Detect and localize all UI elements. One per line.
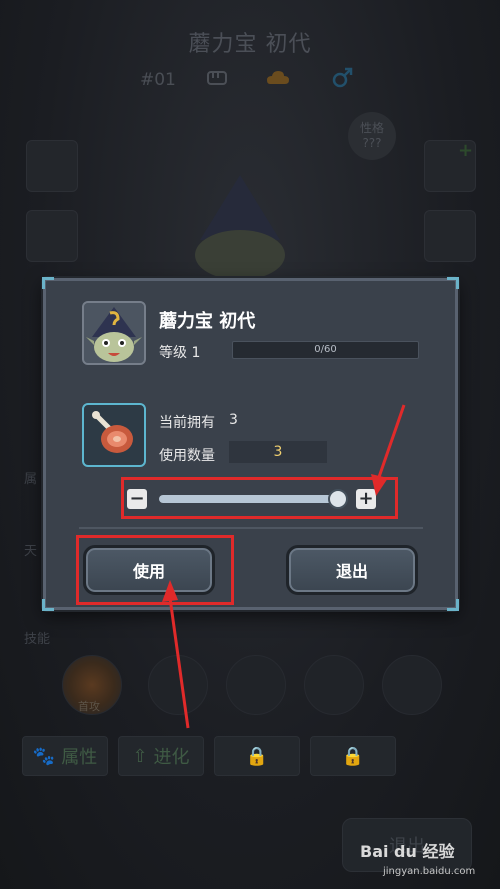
monster-name: 蘑力宝 初代 bbox=[159, 311, 256, 332]
skill-caption: 首攻 bbox=[78, 700, 100, 713]
owned-label: 当前拥有 bbox=[159, 415, 215, 431]
item-slot bbox=[82, 403, 146, 467]
equip-slot[interactable] bbox=[26, 140, 78, 192]
add-icon[interactable]: + bbox=[458, 140, 473, 161]
tab-attributes-label: 属性 bbox=[61, 747, 98, 768]
monster-character-image bbox=[195, 175, 285, 280]
owned-value: 3 bbox=[229, 412, 238, 428]
exit-button[interactable]: 退出 bbox=[286, 545, 418, 595]
tab-evolve-label: 进化 bbox=[153, 747, 190, 768]
equip-slot[interactable] bbox=[26, 210, 78, 262]
skill-slot[interactable] bbox=[148, 655, 208, 715]
paw-icon: 🐾 bbox=[32, 745, 56, 767]
bg-attr-label: 属 bbox=[24, 472, 38, 487]
male-gender-icon bbox=[332, 67, 353, 88]
quantity-label: 使用数量 bbox=[159, 448, 215, 464]
increase-quantity-button[interactable]: + bbox=[356, 489, 376, 509]
skill-slot[interactable] bbox=[382, 655, 442, 715]
fist-icon bbox=[207, 71, 227, 85]
personality-value: ??? bbox=[362, 136, 382, 150]
frame-corner bbox=[42, 599, 54, 611]
bg-talent-label: 天 bbox=[24, 544, 38, 559]
monster-avatar-icon bbox=[84, 303, 144, 363]
equip-slot[interactable] bbox=[424, 210, 476, 262]
tab-locked[interactable]: 🔒 bbox=[214, 736, 300, 776]
tab-evolve[interactable]: ⇧ 进化 bbox=[118, 736, 204, 776]
cloud-icon bbox=[267, 71, 289, 84]
watermark-logo: Bai du 经验 bbox=[360, 842, 455, 861]
watermark-url: jingyan.baidu.com bbox=[383, 866, 476, 877]
level-label: 等级 1 bbox=[159, 345, 201, 361]
frame-corner bbox=[447, 599, 459, 611]
skill-slot[interactable] bbox=[304, 655, 364, 715]
use-button-highlight-box bbox=[76, 535, 234, 605]
decrease-quantity-button[interactable]: − bbox=[127, 489, 147, 509]
quantity-slider-knob[interactable] bbox=[328, 489, 348, 509]
tab-attributes[interactable]: 🐾 属性 bbox=[22, 736, 108, 776]
frame-corner bbox=[42, 277, 54, 289]
experience-bar: 0/60 bbox=[232, 341, 419, 359]
bg-monster-number: #01 bbox=[140, 70, 176, 90]
lock-icon: 🔒 bbox=[341, 745, 365, 767]
arrow-up-icon: ⇧ bbox=[132, 745, 148, 767]
divider bbox=[79, 527, 423, 529]
meat-item-icon bbox=[92, 411, 133, 453]
tab-locked[interactable]: 🔒 bbox=[310, 736, 396, 776]
quantity-value: 3 bbox=[229, 441, 327, 463]
frame-corner bbox=[447, 277, 459, 289]
quantity-slider-fill bbox=[159, 495, 337, 503]
skill-slot[interactable] bbox=[226, 655, 286, 715]
personality-badge[interactable]: 性格 ??? bbox=[348, 112, 396, 160]
experience-text: 0/60 bbox=[314, 344, 337, 355]
quantity-slider[interactable] bbox=[159, 495, 337, 503]
bg-monster-title: 蘑力宝 初代 bbox=[188, 32, 312, 57]
lock-icon: 🔒 bbox=[245, 745, 269, 767]
personality-label: 性格 bbox=[359, 121, 384, 135]
monster-avatar bbox=[82, 301, 146, 365]
bg-skills-label: 技能 bbox=[24, 632, 51, 647]
